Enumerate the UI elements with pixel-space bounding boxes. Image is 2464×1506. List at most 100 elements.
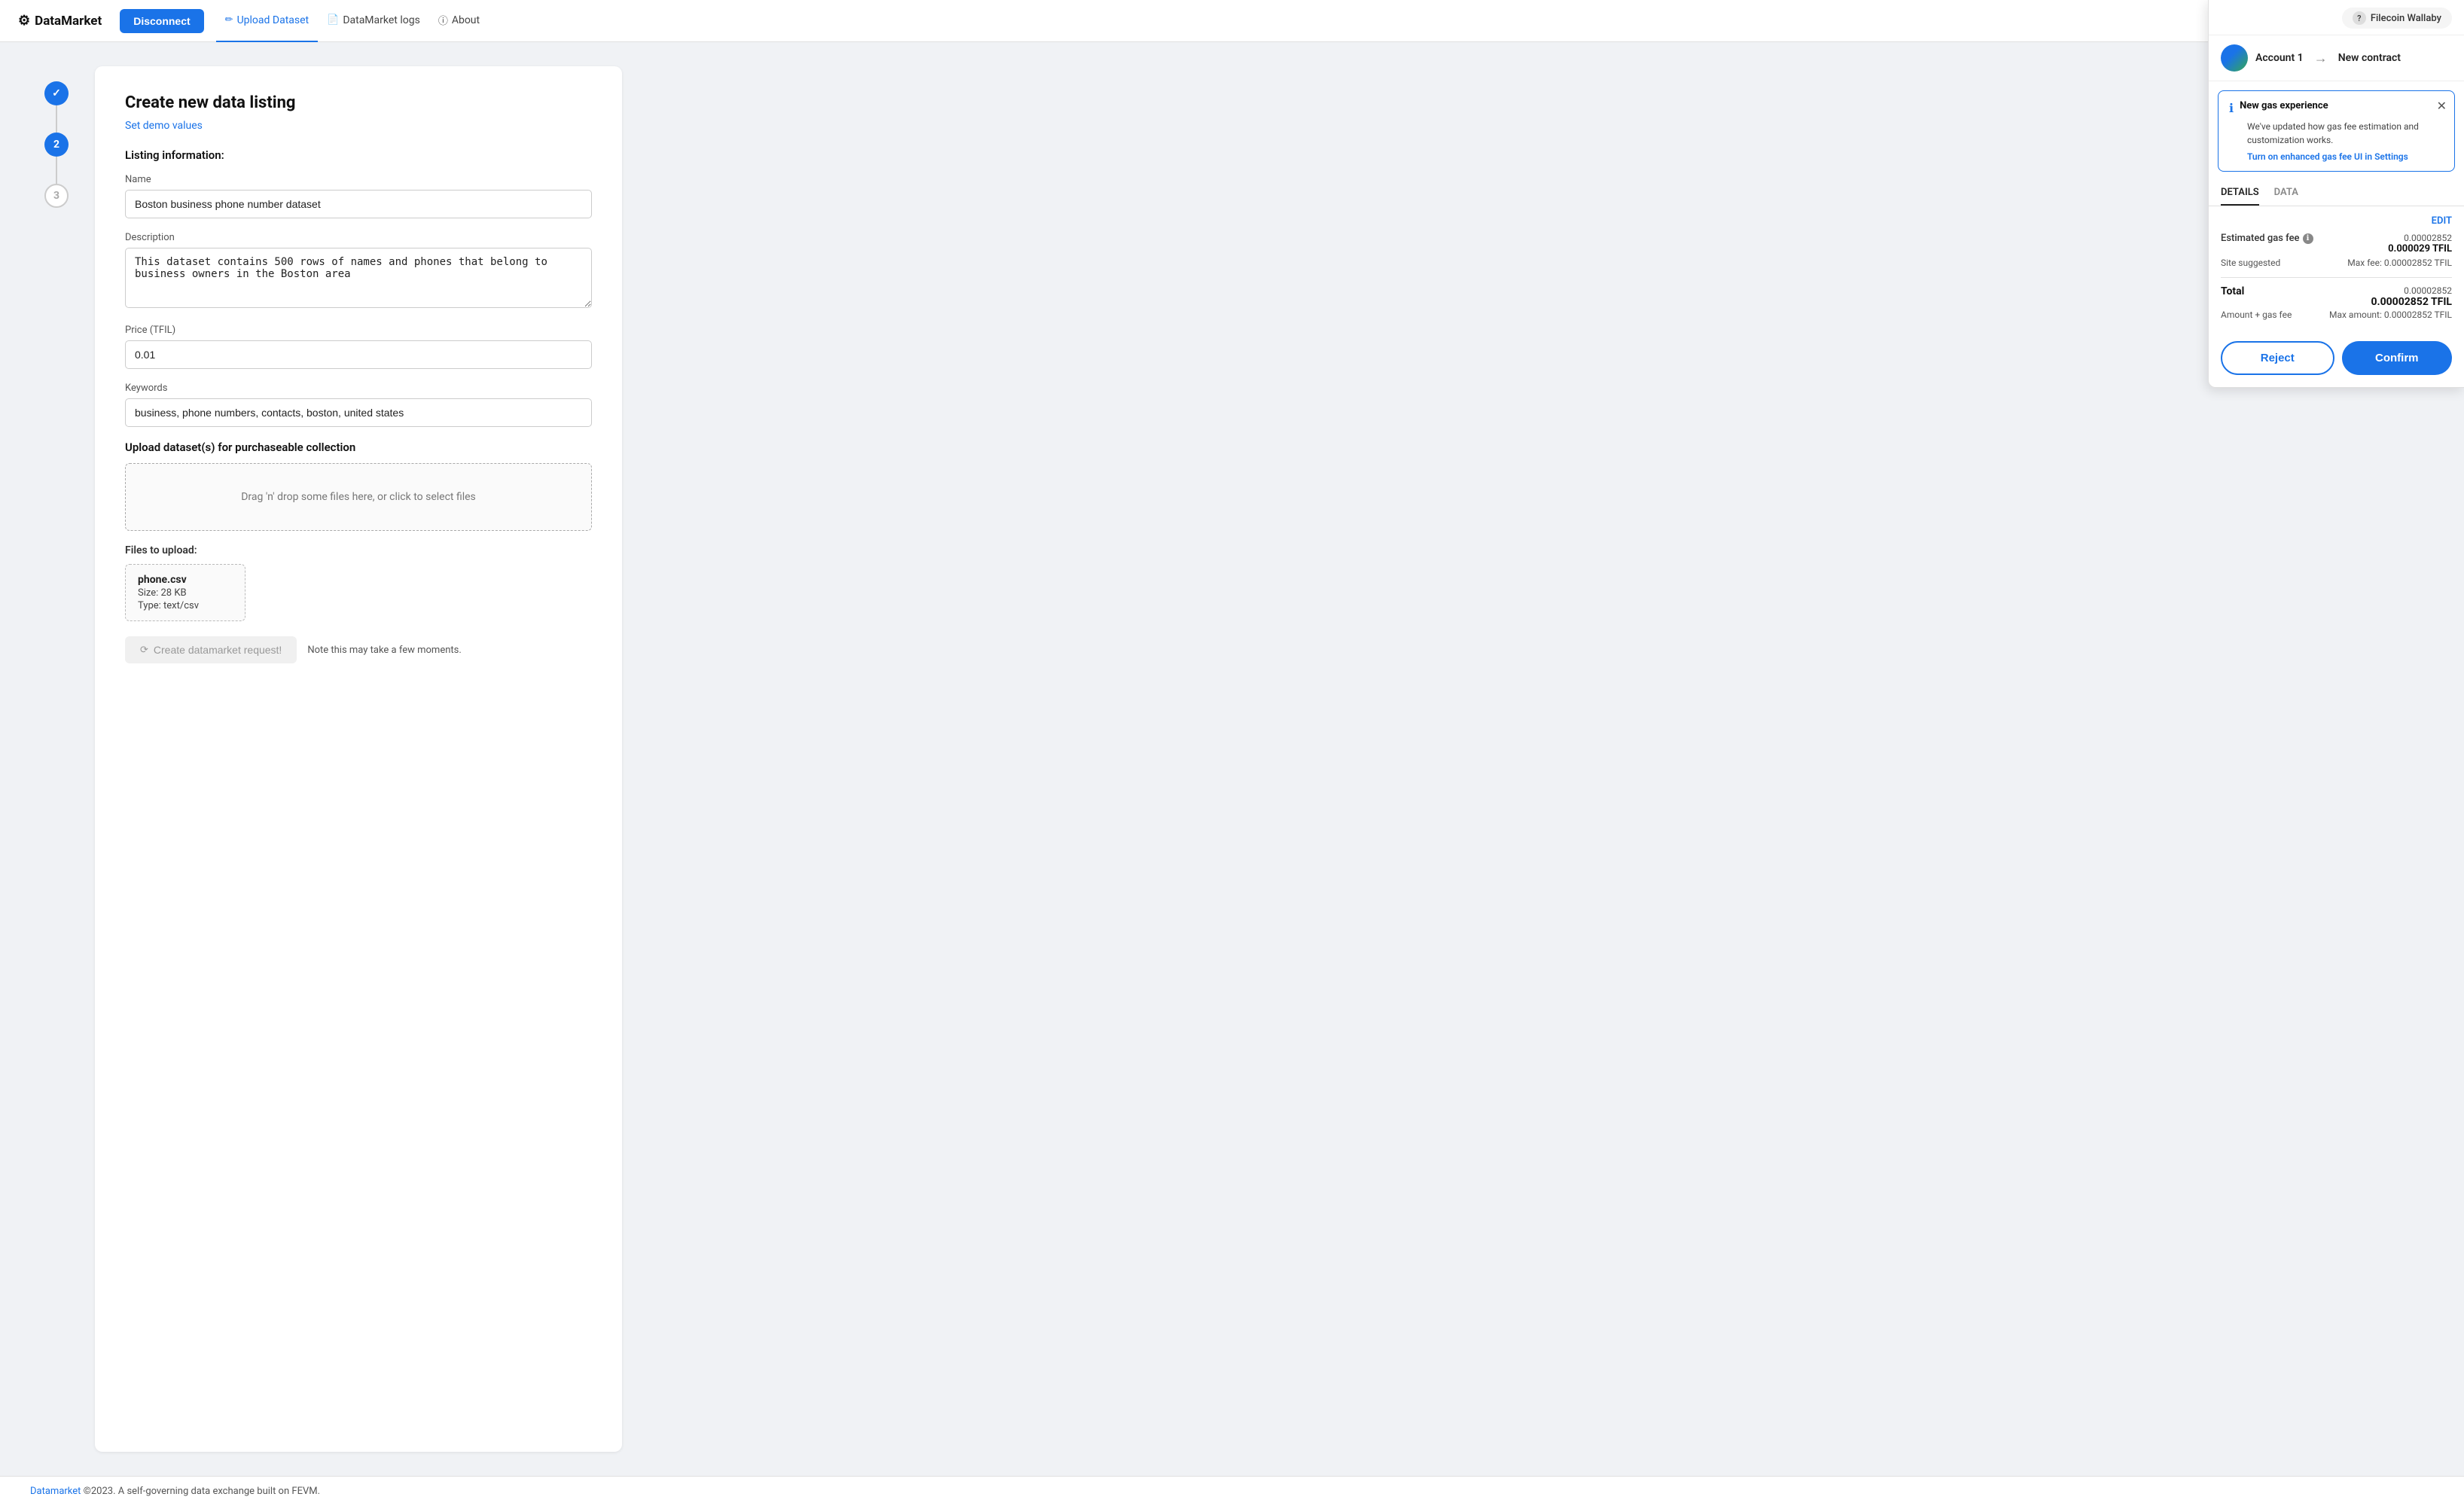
logs-icon: 📄 <box>327 14 339 26</box>
wallet-topbar: ? Filecoin Wallaby <box>2209 0 2464 35</box>
keywords-label: Keywords <box>125 383 592 394</box>
tab-data[interactable]: DATA <box>2274 181 2298 206</box>
footer-link[interactable]: Datamarket <box>30 1486 81 1497</box>
site-suggested-row: Site suggested Max fee: 0.00002852 TFIL <box>2221 258 2452 268</box>
wallet-badge-label: Filecoin Wallaby <box>2371 13 2441 24</box>
total-label: Total <box>2221 285 2244 297</box>
footer: Datamarket ©2023. A self-governing data … <box>0 1476 2464 1506</box>
logo: ⚙ DataMarket <box>18 13 102 29</box>
price-field-group: Price (TFIL) <box>125 325 592 369</box>
amount-gas-row: Amount + gas fee Max amount: 0.00002852 … <box>2221 309 2452 320</box>
about-label: About <box>452 14 480 26</box>
keywords-input[interactable] <box>125 398 592 427</box>
price-input[interactable] <box>125 340 592 369</box>
header: ⚙ DataMarket Disconnect ✏ Upload Dataset… <box>0 0 2464 42</box>
account-name: Account 1 <box>2255 52 2304 64</box>
account-row: Account 1 → New contract <box>2209 35 2464 81</box>
total-main: 0.00002852 TFIL <box>2371 296 2453 308</box>
gas-fee-row: Estimated gas fee ℹ 0.00002852 0.000029 … <box>2221 233 2452 255</box>
max-amount-value-text: 0.00002852 TFIL <box>2384 309 2452 320</box>
gas-details: EDIT Estimated gas fee ℹ 0.00002852 0.00… <box>2209 206 2464 341</box>
gas-notice-close-button[interactable]: ✕ <box>2437 99 2447 114</box>
gas-info-icon: ℹ <box>2303 233 2313 244</box>
step-1-circle: ✓ <box>44 81 69 105</box>
gas-notice-link[interactable]: Turn on enhanced gas fee UI in Settings <box>2247 151 2444 162</box>
step-2-circle: 2 <box>44 133 69 157</box>
logo-icon: ⚙ <box>18 13 30 29</box>
description-textarea[interactable]: This dataset contains 500 rows of names … <box>125 248 592 308</box>
step-2: 2 <box>44 133 69 184</box>
wallet-popup: ? Filecoin Wallaby Account 1 → New contr… <box>2208 0 2464 388</box>
logs-label: DataMarket logs <box>343 14 420 26</box>
create-btn-label: Create datamarket request! <box>154 644 282 656</box>
upload-section-title: Upload dataset(s) for purchaseable colle… <box>125 441 592 454</box>
disconnect-button[interactable]: Disconnect <box>120 9 203 33</box>
create-btn-row: ⟳ Create datamarket request! Note this m… <box>125 636 592 663</box>
logo-text: DataMarket <box>35 14 102 29</box>
total-row: Total 0.00002852 0.00002852 TFIL <box>2221 285 2452 308</box>
footer-suffix: ©2023. A self-governing data exchange bu… <box>81 1486 320 1497</box>
wallet-actions: Reject Confirm <box>2209 341 2464 387</box>
arrow-icon: → <box>2314 50 2328 66</box>
loading-icon: ⟳ <box>140 644 148 656</box>
file-name: phone.csv <box>138 574 233 586</box>
gas-notice-header: ℹ New gas experience <box>2229 100 2444 115</box>
confirm-button[interactable]: Confirm <box>2342 341 2453 375</box>
total-small: 0.00002852 <box>2371 285 2453 296</box>
step-1: ✓ <box>44 81 69 133</box>
keywords-field-group: Keywords <box>125 383 592 427</box>
step-line-1 <box>56 105 57 133</box>
max-fee-value-text: 0.00002852 TFIL <box>2384 258 2452 268</box>
step-2-label: 2 <box>53 139 59 151</box>
max-amount-value: Max amount: 0.00002852 TFIL <box>2329 309 2452 320</box>
gas-fee-label: Estimated gas fee ℹ <box>2221 233 2313 244</box>
form-container: Create new data listing Set demo values … <box>95 66 622 1452</box>
dropzone-text: Drag 'n' drop some files here, or click … <box>241 491 476 503</box>
info-icon: ℹ <box>2229 101 2234 115</box>
nav-datamarket-logs[interactable]: 📄 DataMarket logs <box>318 0 429 42</box>
create-request-button[interactable]: ⟳ Create datamarket request! <box>125 636 297 663</box>
name-input[interactable] <box>125 190 592 218</box>
wallet-badge: ? Filecoin Wallaby <box>2342 8 2452 29</box>
site-suggested-label: Site suggested <box>2221 258 2280 268</box>
create-note: Note this may take a few moments. <box>307 645 461 656</box>
gas-fee-main: 0.000029 TFIL <box>2388 243 2452 255</box>
divider <box>2221 277 2452 278</box>
gas-notice: ✕ ℹ New gas experience We've updated how… <box>2218 90 2455 172</box>
upload-dataset-label: Upload Dataset <box>237 14 310 26</box>
gas-notice-text: We've updated how gas fee estimation and… <box>2247 120 2444 147</box>
gas-fee-small: 0.00002852 <box>2388 233 2452 243</box>
tab-details[interactable]: DETAILS <box>2221 181 2259 206</box>
nav-about[interactable]: ⓘ About <box>429 0 489 42</box>
dropzone[interactable]: Drag 'n' drop some files here, or click … <box>125 463 592 531</box>
demo-values-link[interactable]: Set demo values <box>125 120 203 132</box>
step-3-circle: 3 <box>44 184 69 208</box>
steps-sidebar: ✓ 2 3 <box>30 66 83 1452</box>
gas-fee-label-text: Estimated gas fee <box>2221 233 2300 244</box>
description-label: Description <box>125 232 592 243</box>
file-item: phone.csv Size: 28 KB Type: text/csv <box>125 564 245 621</box>
upload-icon: ✏ <box>225 14 233 26</box>
nav-upload-dataset[interactable]: ✏ Upload Dataset <box>216 0 318 42</box>
amount-gas-label: Amount + gas fee <box>2221 309 2292 320</box>
gas-notice-title: New gas experience <box>2240 100 2328 111</box>
step-3: 3 <box>44 184 69 208</box>
listing-section-title: Listing information: <box>125 148 592 162</box>
new-contract-label: New contract <box>2338 52 2401 64</box>
price-label: Price (TFIL) <box>125 325 592 336</box>
step-1-label: ✓ <box>52 87 61 99</box>
edit-link[interactable]: EDIT <box>2221 215 2452 227</box>
description-field-group: Description This dataset contains 500 ro… <box>125 232 592 311</box>
total-values: 0.00002852 0.00002852 TFIL <box>2371 285 2453 308</box>
about-icon: ⓘ <box>438 13 448 27</box>
file-type: Type: text/csv <box>138 600 233 611</box>
account-avatar <box>2221 44 2248 72</box>
name-field-group: Name <box>125 174 592 218</box>
step-line-2 <box>56 157 57 184</box>
step-3-label: 3 <box>53 190 59 202</box>
reject-button[interactable]: Reject <box>2221 341 2334 375</box>
main-content: ✓ 2 3 Create new data listing Set demo v… <box>0 42 2464 1476</box>
files-label: Files to upload: <box>125 544 592 556</box>
form-title: Create new data listing <box>125 93 592 112</box>
name-label: Name <box>125 174 592 185</box>
